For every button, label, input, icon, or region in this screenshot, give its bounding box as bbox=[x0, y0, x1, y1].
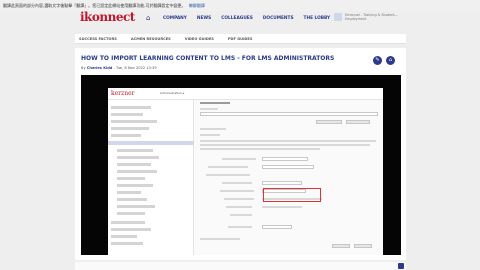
nav-the-lobby[interactable]: THE LOBBY bbox=[304, 16, 331, 21]
form-heading bbox=[200, 102, 230, 104]
form-label bbox=[224, 198, 254, 200]
subnav-success-factors[interactable]: SUCCESS FACTORS bbox=[79, 37, 117, 41]
sidebar-row bbox=[111, 113, 143, 116]
sidebar-row bbox=[117, 177, 145, 180]
next-section-strip bbox=[75, 262, 406, 270]
nav-colleagues[interactable]: COLLEAGUES bbox=[221, 16, 253, 21]
sidebar-row-selected bbox=[108, 141, 194, 145]
pencil-icon: ✎ bbox=[375, 57, 380, 63]
embedded-nav: Administration ▸ bbox=[160, 91, 185, 95]
form-label bbox=[208, 166, 248, 168]
translate-notice-text: 翻譯此頁面的部分內容,選取文字後點擊「翻譯」。您已設定此網站使用翻譯功能,可於翻… bbox=[3, 3, 186, 8]
sidebar-row bbox=[111, 106, 151, 109]
sidebar-row bbox=[111, 127, 149, 130]
article-byline: By Charles Kidd - Tue, 8 Nov 2022 13:39 bbox=[81, 66, 157, 70]
secondary-navigation: SUCCESS FACTORS ACMEN RESOURCES VIDEO GU… bbox=[75, 34, 406, 44]
sidebar-row bbox=[117, 163, 151, 166]
subnav-video-guides[interactable]: VIDEO GUIDES bbox=[185, 37, 214, 41]
form-label bbox=[222, 182, 252, 184]
sidebar-row bbox=[117, 198, 147, 201]
sidebar-row bbox=[111, 242, 143, 245]
sidebar-row bbox=[117, 184, 153, 187]
user-name: Emanuel - Training & Student... Employme… bbox=[345, 13, 398, 21]
edit-button[interactable]: ✎ bbox=[373, 56, 382, 65]
form-line bbox=[200, 140, 376, 142]
embedded-screenshot: kerzner Administration ▸ bbox=[108, 88, 383, 255]
subnav-acmen-resources[interactable]: ACMEN RESOURCES bbox=[131, 37, 171, 41]
avatar[interactable] bbox=[334, 13, 342, 21]
sidebar-row bbox=[117, 191, 141, 194]
nav-company[interactable]: COMPANY bbox=[163, 16, 187, 21]
scroll-top-button[interactable] bbox=[398, 263, 404, 269]
form-field bbox=[262, 181, 302, 185]
site-logo[interactable]: ikonnect bbox=[80, 10, 135, 24]
form-button bbox=[316, 120, 342, 124]
sidebar-row bbox=[111, 228, 151, 231]
sidebar-row bbox=[111, 134, 141, 137]
embedded-sidebar bbox=[108, 100, 194, 255]
subnav-pdf-guides[interactable]: PDF GUIDES bbox=[228, 37, 253, 41]
video-player[interactable]: kerzner Administration ▸ bbox=[81, 75, 401, 255]
form-line bbox=[262, 206, 302, 208]
sidebar-row bbox=[117, 149, 153, 152]
form-line bbox=[200, 238, 240, 240]
form-field bbox=[262, 225, 292, 229]
nav-news[interactable]: NEWS bbox=[197, 16, 211, 21]
article-title: HOW TO IMPORT LEARNING CONTENT TO LMS - … bbox=[81, 55, 335, 62]
form-label bbox=[230, 214, 252, 216]
form-button bbox=[354, 244, 372, 248]
article-card: HOW TO IMPORT LEARNING CONTENT TO LMS - … bbox=[75, 48, 406, 260]
home-button[interactable]: ⌂ bbox=[386, 56, 395, 65]
embedded-header: kerzner Administration ▸ bbox=[108, 88, 383, 100]
nav-documents[interactable]: DOCUMENTS bbox=[263, 16, 294, 21]
form-button bbox=[346, 120, 370, 124]
embedded-form bbox=[200, 102, 378, 252]
form-field bbox=[262, 157, 308, 161]
home-icon: ⌂ bbox=[388, 57, 393, 63]
translate-notice: 翻譯此頁面的部分內容,選取文字後點擊「翻譯」。您已設定此網站使用翻譯功能,可於翻… bbox=[0, 0, 480, 11]
sidebar-row bbox=[111, 221, 145, 224]
form-label bbox=[206, 174, 250, 176]
form-line bbox=[200, 144, 370, 146]
translate-learn-more-link[interactable]: 瞭解翻譯 bbox=[189, 3, 205, 8]
form-line bbox=[200, 134, 220, 136]
sidebar-row bbox=[117, 170, 157, 173]
embedded-logo: kerzner bbox=[111, 90, 135, 97]
sidebar-row bbox=[117, 205, 155, 208]
form-label bbox=[228, 226, 252, 228]
form-line bbox=[200, 108, 218, 110]
form-label bbox=[226, 206, 252, 208]
author-link[interactable]: Charles Kidd bbox=[87, 66, 113, 70]
form-label bbox=[222, 158, 256, 160]
form-line bbox=[200, 128, 226, 130]
form-field bbox=[262, 165, 314, 169]
form-label bbox=[220, 190, 254, 192]
sidebar-row bbox=[117, 212, 145, 215]
highlight-box bbox=[263, 188, 321, 202]
top-navigation: ⌂ COMPANY NEWS COLLEAGUES DOCUMENTS THE … bbox=[146, 12, 330, 24]
form-button bbox=[332, 244, 350, 248]
form-field bbox=[200, 112, 378, 116]
sidebar-row bbox=[117, 156, 159, 159]
home-icon[interactable]: ⌂ bbox=[146, 14, 153, 22]
sidebar-row bbox=[111, 120, 157, 123]
sidebar-row bbox=[111, 235, 137, 238]
article-date: - Tue, 8 Nov 2022 13:39 bbox=[113, 66, 157, 70]
form-line bbox=[200, 148, 320, 150]
user-menu[interactable]: Emanuel - Training & Student... Employme… bbox=[334, 13, 398, 21]
